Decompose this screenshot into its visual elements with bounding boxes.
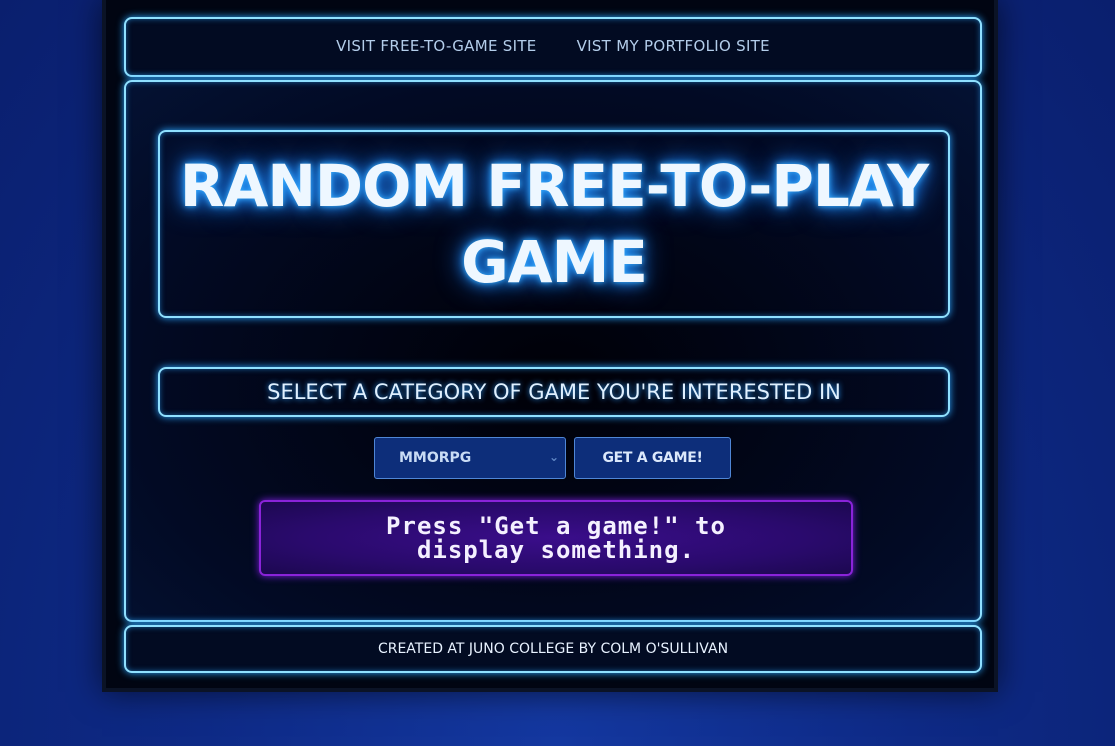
nav-link-portfolio[interactable]: VIST MY PORTFOLIO SITE (577, 37, 770, 55)
get-game-button[interactable]: GET A GAME! (574, 437, 731, 479)
app-frame: VISIT FREE-TO-GAME SITE VIST MY PORTFOLI… (102, 0, 998, 692)
output-box: Press "Get a game!" to display something… (259, 500, 853, 576)
page-title-line2: GAME (461, 228, 648, 296)
footer-credit: CREATED AT JUNO COLLEGE BY COLM O'SULLIV… (377, 641, 729, 657)
output-message: Press "Get a game!" to display something… (386, 514, 726, 562)
chevron-down-icon: ⌄ (548, 450, 559, 464)
output-line2: display something. (416, 536, 696, 564)
controls: MMORPG ⌄ GET A GAME! (374, 437, 731, 479)
nav-link-free-to-game[interactable]: VISIT FREE-TO-GAME SITE (336, 37, 537, 55)
page-title-line1: RANDOM FREE-TO-PLAY (179, 152, 929, 220)
category-select[interactable]: MMORPG ⌄ (374, 437, 566, 479)
main-panel: RANDOM FREE-TO-PLAY GAME SELECT A CATEGO… (124, 80, 982, 622)
title-box: RANDOM FREE-TO-PLAY GAME (158, 130, 950, 318)
page-title: RANDOM FREE-TO-PLAY GAME (179, 148, 929, 300)
category-select-value: MMORPG (399, 450, 472, 466)
category-heading-box: SELECT A CATEGORY OF GAME YOU'RE INTERES… (158, 367, 950, 417)
footer: CREATED AT JUNO COLLEGE BY COLM O'SULLIV… (124, 625, 982, 673)
top-nav: VISIT FREE-TO-GAME SITE VIST MY PORTFOLI… (124, 17, 982, 77)
category-heading: SELECT A CATEGORY OF GAME YOU'RE INTERES… (267, 380, 841, 404)
